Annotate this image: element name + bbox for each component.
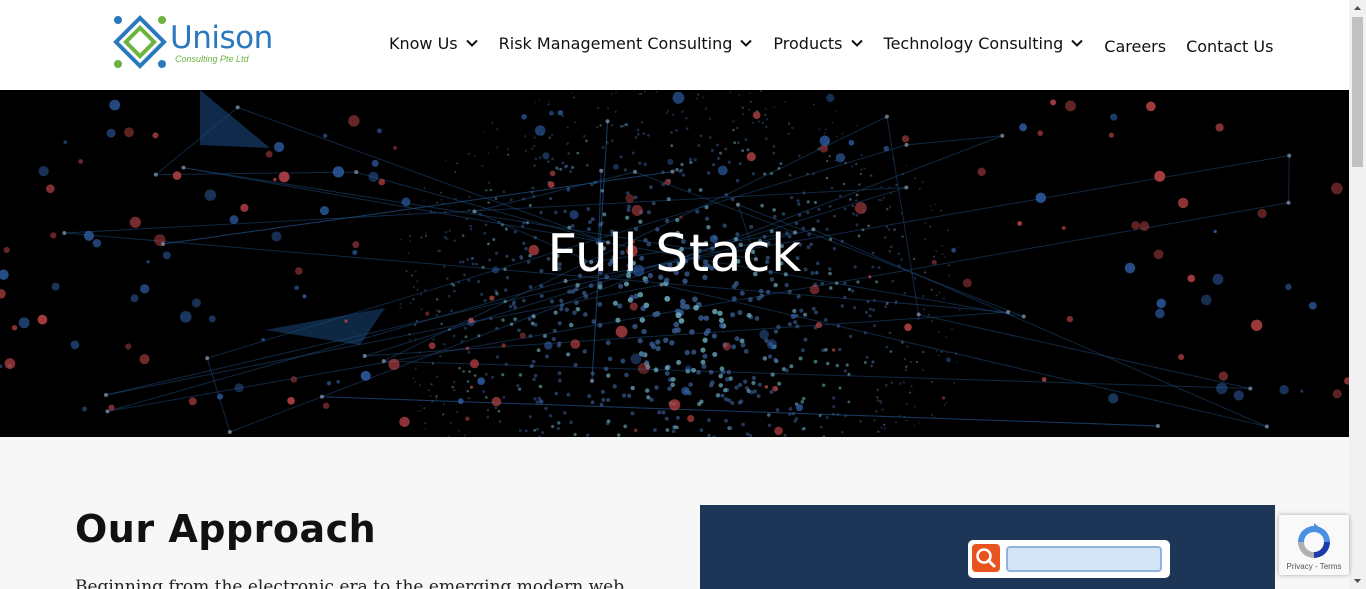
chevron-down-icon	[1071, 39, 1083, 47]
search-widget	[968, 540, 1170, 578]
link-separator: -	[1314, 562, 1318, 571]
recaptcha-icon	[1298, 523, 1330, 558]
logo-mark-icon	[113, 15, 167, 69]
terms-link[interactable]: Terms	[1320, 562, 1342, 571]
privacy-link[interactable]: Privacy	[1287, 562, 1313, 571]
brand-tagline: Consulting Pte Ltd	[175, 54, 249, 64]
nav-products[interactable]: Products	[773, 34, 863, 53]
chevron-down-icon	[850, 39, 863, 47]
approach-section: Our Approach Beginning from the electron…	[0, 437, 1349, 589]
nav-label: Contact Us	[1186, 36, 1274, 56]
nav-label: Know Us	[389, 33, 458, 53]
section-heading: Our Approach	[75, 507, 377, 551]
site-header: Unison Consulting Pte Ltd Know Us Risk M…	[0, 0, 1349, 90]
search-button	[972, 544, 1000, 572]
page-scrollbar[interactable]	[1349, 0, 1366, 589]
nav-contact-us[interactable]: Contact Us	[1186, 37, 1273, 56]
section-paragraph: Beginning from the electronic era to the…	[75, 577, 625, 589]
brand-logo[interactable]: Unison Consulting Pte Ltd	[112, 14, 273, 70]
search-icon	[976, 548, 996, 568]
scroll-up-arrow-icon[interactable]	[1349, 0, 1366, 17]
scroll-down-arrow-icon[interactable]	[1349, 572, 1366, 589]
nav-label: Technology Consulting	[883, 33, 1064, 53]
nav-label: Products	[773, 33, 843, 53]
nav-label: Careers	[1104, 36, 1167, 56]
recaptcha-badge[interactable]: Privacy - Terms	[1279, 515, 1349, 575]
nav-technology-consulting[interactable]: Technology Consulting	[884, 34, 1085, 53]
chevron-down-icon	[465, 39, 478, 47]
chevron-down-icon	[740, 39, 753, 47]
search-illustration	[700, 505, 1275, 589]
page-title: Full Stack	[547, 224, 802, 284]
brand-name: Unison	[170, 20, 273, 56]
recaptcha-links: Privacy - Terms	[1279, 562, 1349, 571]
nav-risk-management-consulting[interactable]: Risk Management Consulting	[499, 34, 754, 53]
main-nav: Know Us Risk Management Consulting Produ…	[389, 28, 1293, 58]
nav-know-us[interactable]: Know Us	[389, 34, 479, 53]
hero-banner: Full Stack	[0, 90, 1349, 437]
search-field	[1006, 546, 1162, 572]
scrollbar-thumb[interactable]	[1352, 17, 1363, 167]
nav-label: Risk Management Consulting	[498, 33, 733, 53]
nav-careers[interactable]: Careers	[1104, 37, 1166, 56]
